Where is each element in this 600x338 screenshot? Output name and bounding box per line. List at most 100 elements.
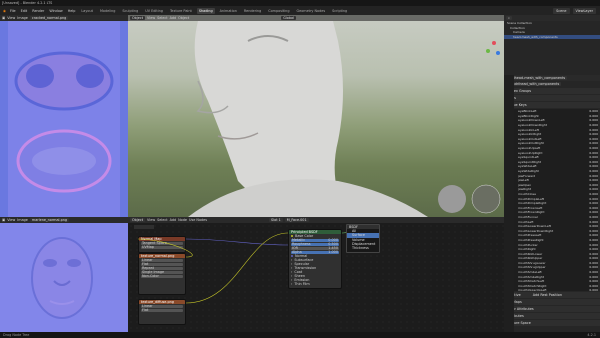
shape-key-row[interactable]: eyeWideLeft 0.000: [506, 164, 598, 169]
tab-scripting[interactable]: Scripting: [330, 8, 349, 14]
menu-help[interactable]: Help: [67, 9, 77, 13]
node-menu-select[interactable]: Select: [157, 218, 167, 222]
viewport-menu-select[interactable]: Select: [157, 16, 167, 20]
shader-node-editor[interactable]: Object View Select Add Node Use Nodes Sl…: [128, 217, 504, 332]
shape-key-row[interactable]: jawLeft 0.000: [506, 178, 598, 183]
shape-key-row[interactable]: eyeBlinkRight 0.000: [506, 114, 598, 119]
image-menu-image[interactable]: Image: [17, 218, 28, 222]
transform-orientation-dropdown[interactable]: Global: [281, 16, 297, 20]
scene-field[interactable]: Scene: [553, 7, 570, 14]
node-menu-node[interactable]: Node: [178, 218, 187, 222]
texture-normal-node[interactable]: texture_normal.png Linear Flat Repeat Si…: [138, 253, 186, 295]
shape-key-row[interactable]: mouthPucker 0.000: [506, 242, 598, 247]
tab-compositing[interactable]: Compositing: [266, 8, 291, 14]
section-attributes[interactable]: Attributes: [504, 313, 600, 319]
shape-key-row[interactable]: eyeLookUpLeft 0.000: [506, 146, 598, 151]
tab-modeling[interactable]: Modeling: [98, 8, 117, 14]
image-menu-image[interactable]: Image: [17, 16, 28, 20]
tab-shading[interactable]: Shading: [196, 7, 215, 14]
outliner-row[interactable]: Camera: [504, 30, 600, 35]
material-dropdown[interactable]: M_Face.001: [284, 218, 309, 222]
section-shape-keys[interactable]: Shape Keys: [504, 102, 600, 108]
3d-viewport[interactable]: Object View Select Add Object Global: [128, 15, 504, 217]
shape-key-row[interactable]: mouthShrugLower 0.000: [506, 261, 598, 266]
tab-animation[interactable]: Animation: [218, 8, 239, 14]
shape-key-row[interactable]: mouthLowerDownRight 0.000: [506, 228, 598, 233]
shape-key-row[interactable]: eyeBlinkLeft 0.000: [506, 109, 598, 114]
shape-key-row[interactable]: jawForward 0.000: [506, 173, 598, 178]
normal-map-node[interactable]: Normal Map Tangent Space UVMap: [138, 236, 186, 253]
viewport-menu-object[interactable]: Object: [178, 16, 189, 20]
shape-key-row[interactable]: mouthLeft 0.000: [506, 219, 598, 224]
menu-render[interactable]: Render: [31, 9, 45, 13]
principled-bsdf-node[interactable]: Principled BSDF Base Color Metallic 0.000…: [288, 229, 342, 289]
tab-layout[interactable]: Layout: [79, 8, 95, 14]
view-layer-field[interactable]: ViewLayer: [572, 7, 596, 14]
node-menu-add[interactable]: Add: [170, 218, 177, 222]
image-editor-icon[interactable]: ▣: [2, 16, 5, 20]
menu-edit[interactable]: Edit: [20, 9, 29, 13]
shape-key-row[interactable]: eyeLookUpRight 0.000: [506, 150, 598, 155]
shape-key-row[interactable]: eyeSquintLeft 0.000: [506, 155, 598, 160]
shape-key-row[interactable]: jawOpen 0.000: [506, 183, 598, 188]
section-relative[interactable]: RelativeAdd Rest Position: [504, 292, 600, 298]
shape-key-row[interactable]: mouthUpperUpLeft 0.000: [506, 288, 598, 291]
section-uv-maps[interactable]: UV Maps: [504, 299, 600, 305]
shape-key-row[interactable]: jawRight 0.000: [506, 187, 598, 192]
use-nodes-checkbox[interactable]: Use Nodes: [189, 218, 207, 222]
navigation-gizmo[interactable]: [486, 41, 500, 55]
shape-key-row[interactable]: mouthFrownRight 0.000: [506, 210, 598, 215]
shape-key-row[interactable]: mouthShrugUpper 0.000: [506, 265, 598, 270]
tab-geometry-nodes[interactable]: Geometry Nodes: [295, 8, 328, 14]
shape-key-row[interactable]: eyeLookDownLeft 0.000: [506, 118, 598, 123]
section-texture-space[interactable]: Texture Space: [504, 320, 600, 326]
shape-key-row[interactable]: eyeSquintRight 0.000: [506, 160, 598, 165]
shape-key-row[interactable]: mouthPressLeft 0.000: [506, 233, 598, 238]
shape-key-row[interactable]: eyeWideRight 0.000: [506, 169, 598, 174]
node-field[interactable]: Flat: [139, 308, 185, 312]
node-field[interactable]: Non-Color: [139, 274, 185, 278]
popup-item-thickness[interactable]: Thickness: [347, 246, 379, 250]
blender-logo-icon[interactable]: ◉: [3, 9, 6, 13]
object-name-field[interactable]: hdrihead-mesh_with_components: [506, 76, 568, 80]
outliner-search[interactable]: ⌕: [506, 16, 512, 20]
node-field[interactable]: UVMap: [139, 245, 185, 249]
shape-key-row[interactable]: mouthClose 0.000: [506, 192, 598, 197]
tab-texture-paint[interactable]: Texture Paint: [168, 8, 194, 14]
shape-key-row[interactable]: mouthDimpleLeft 0.000: [506, 196, 598, 201]
shape-key-row[interactable]: eyeLookInLeft 0.000: [506, 127, 598, 132]
slot-dropdown[interactable]: Slot 1: [269, 218, 283, 222]
shape-key-row[interactable]: eyeLookDownRight 0.000: [506, 123, 598, 128]
shape-key-row[interactable]: eyeLookOutRight 0.000: [506, 141, 598, 146]
shape-key-row[interactable]: eyeLookInRight 0.000: [506, 132, 598, 137]
image-menu-view[interactable]: View: [7, 218, 15, 222]
shape-key-row[interactable]: mouthPressRight 0.000: [506, 238, 598, 243]
shape-key-row[interactable]: mouthLowerDownLeft 0.000: [506, 224, 598, 229]
menu-window[interactable]: Window: [48, 9, 63, 13]
shape-key-row[interactable]: mouthSmileLeft 0.000: [506, 270, 598, 275]
shape-key-row[interactable]: mouthFunnel 0.000: [506, 215, 598, 220]
tab-rendering[interactable]: Rendering: [242, 8, 263, 14]
section-color-attributes[interactable]: Color Attributes: [504, 306, 600, 312]
outliner-row-selected[interactable]: head-mesh_with_components: [504, 34, 600, 40]
image-menu-view[interactable]: View: [7, 16, 15, 20]
object-mode-dropdown[interactable]: Object: [130, 16, 146, 20]
shape-key-row[interactable]: mouthSmileRight 0.000: [506, 274, 598, 279]
section-vertex-groups[interactable]: Vertex Groups: [504, 88, 600, 94]
shape-key-row[interactable]: mouthRollLower 0.000: [506, 251, 598, 256]
outliner-row[interactable]: Scene Collection: [504, 21, 600, 26]
tab-uv-editing[interactable]: UV Editing: [143, 8, 165, 14]
shape-key-row[interactable]: mouthStretchRight 0.000: [506, 284, 598, 289]
section-basis[interactable]: Basis: [504, 95, 600, 101]
outliner-row[interactable]: Collection: [504, 26, 600, 31]
shape-key-row[interactable]: mouthDimpleRight 0.000: [506, 201, 598, 206]
viewport-menu-view[interactable]: View: [147, 16, 155, 20]
node-menu-view[interactable]: View: [147, 218, 155, 222]
tab-sculpting[interactable]: Sculpting: [120, 8, 140, 14]
normal-map-texture-top[interactable]: [0, 21, 128, 217]
shape-key-row[interactable]: eyeLookOutLeft 0.000: [506, 137, 598, 142]
shape-key-row[interactable]: mouthRollUpper 0.000: [506, 256, 598, 261]
shape-key-list[interactable]: eyeBlinkLeft 0.000 eyeBlinkRight 0.000 eyeLo…: [506, 109, 598, 291]
shape-key-row[interactable]: mouthStretchLeft 0.000: [506, 279, 598, 284]
image-name-field[interactable]: marlene_normal.png: [29, 218, 70, 222]
